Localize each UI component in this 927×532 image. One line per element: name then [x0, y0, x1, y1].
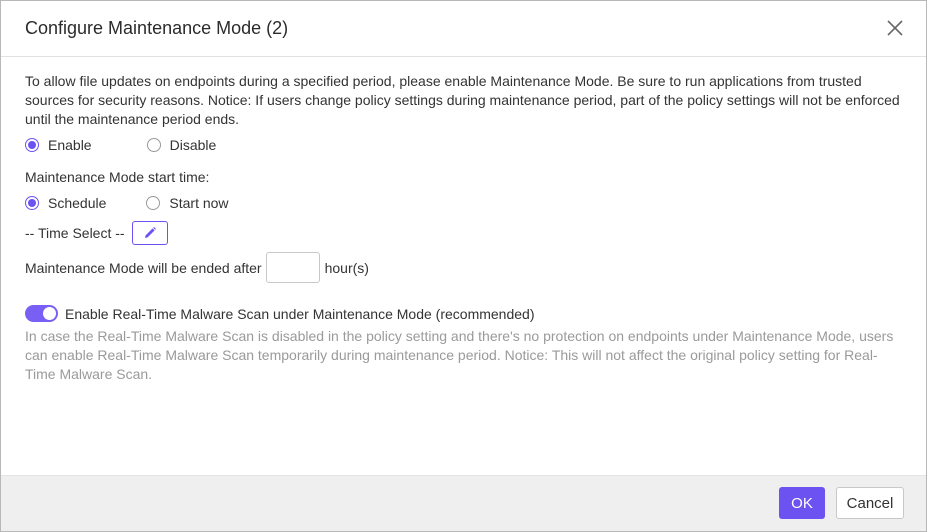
hours-unit-label: hour(s) — [324, 259, 369, 276]
dialog-header: Configure Maintenance Mode (2) — [1, 1, 926, 57]
radio-icon-disable[interactable] — [146, 138, 161, 152]
malware-scan-label: Enable Real-Time Malware Scan under Main… — [65, 305, 535, 322]
enable-radio[interactable]: Enable — [25, 137, 92, 153]
disable-radio[interactable]: Disable — [146, 137, 217, 153]
dialog-footer: OK Cancel — [1, 475, 926, 531]
malware-scan-note: In case the Real-Time Malware Scan is di… — [25, 328, 894, 382]
start-time-radio-group: Schedule Start now — [25, 193, 906, 213]
dialog-title: Configure Maintenance Mode (2) — [25, 18, 289, 38]
intro-text: To allow file updates on endpoints durin… — [25, 73, 900, 127]
pencil-icon — [144, 227, 156, 238]
time-select-row: -- Time Select -- — [25, 221, 906, 245]
radio-icon-schedule[interactable] — [25, 196, 39, 210]
radio-icon-start-now[interactable] — [146, 196, 161, 210]
end-after-row: Maintenance Mode will be ended after hou… — [25, 252, 906, 283]
disable-label: Disable — [169, 137, 217, 153]
edit-time-button[interactable] — [131, 221, 168, 245]
malware-scan-row: Enable Real-Time Malware Scan under Main… — [25, 305, 906, 322]
cancel-button[interactable]: Cancel — [836, 487, 904, 519]
toggle-knob — [43, 307, 56, 320]
maintenance-mode-dialog: Configure Maintenance Mode (2) To allow … — [0, 0, 927, 532]
ok-button[interactable]: OK — [779, 487, 825, 519]
dialog-body: To allow file updates on endpoints durin… — [25, 72, 906, 384]
enable-label: Enable — [48, 137, 92, 153]
end-after-label: Maintenance Mode will be ended after — [25, 259, 262, 276]
start-now-radio[interactable]: Start now — [146, 195, 229, 211]
time-select-label: -- Time Select -- — [25, 225, 125, 241]
schedule-label: Schedule — [48, 195, 107, 211]
start-time-label: Maintenance Mode start time: — [25, 169, 210, 185]
malware-scan-toggle[interactable] — [25, 305, 58, 322]
mode-radio-group: Enable Disable — [25, 135, 906, 155]
start-now-label: Start now — [169, 195, 229, 211]
close-icon[interactable] — [886, 19, 904, 37]
schedule-radio[interactable]: Schedule — [25, 195, 106, 211]
radio-icon-enable[interactable] — [25, 138, 39, 152]
hours-input[interactable] — [265, 252, 320, 283]
